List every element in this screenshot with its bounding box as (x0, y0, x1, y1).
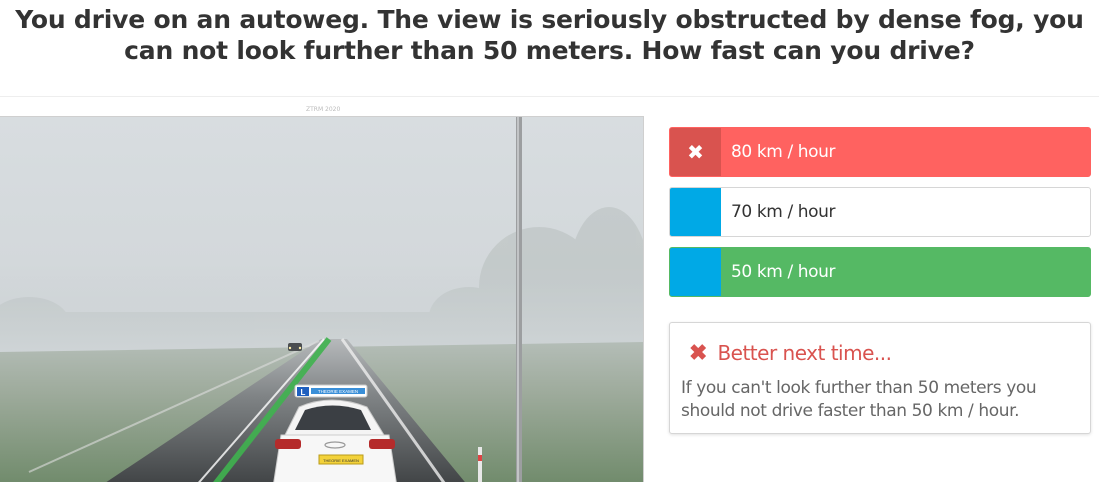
answer-option-80[interactable]: ✖ 80 km / hour (669, 127, 1091, 177)
svg-text:THEORIE EXAMEN: THEORIE EXAMEN (323, 458, 359, 463)
answer-option-70[interactable]: 70 km / hour (669, 187, 1091, 237)
answer-option-50[interactable]: 50 km / hour (669, 247, 1091, 297)
roof-sign-text: THEORIE EXAMEN (318, 389, 358, 394)
answer-marker (670, 188, 721, 236)
fog-road-illustration: L THEORIE EXAMEN THEORIE EXAMEN (0, 117, 643, 482)
answer-label: 80 km / hour (731, 142, 836, 162)
answer-marker (670, 248, 721, 296)
close-icon: ✖ (670, 128, 721, 176)
fog-road-scene-image: L THEORIE EXAMEN THEORIE EXAMEN (0, 116, 644, 482)
learner-plate: L (301, 388, 306, 397)
feedback-explanation: If you can't look further than 50 meters… (681, 378, 1037, 421)
header-divider (0, 96, 1099, 97)
feedback-header: ✖ Better next time... (689, 340, 892, 366)
question-text: You drive on an autoweg. The view is ser… (15, 5, 1084, 65)
distant-car (288, 343, 302, 351)
feedback-panel: ✖ Better next time... If you can't look … (669, 322, 1091, 434)
close-icon: ✖ (689, 340, 708, 365)
answer-label: 50 km / hour (731, 262, 836, 282)
scene-caption: ZTRM 2020 (306, 106, 341, 113)
answer-label: 70 km / hour (731, 202, 836, 222)
feedback-title: Better next time... (717, 341, 892, 365)
